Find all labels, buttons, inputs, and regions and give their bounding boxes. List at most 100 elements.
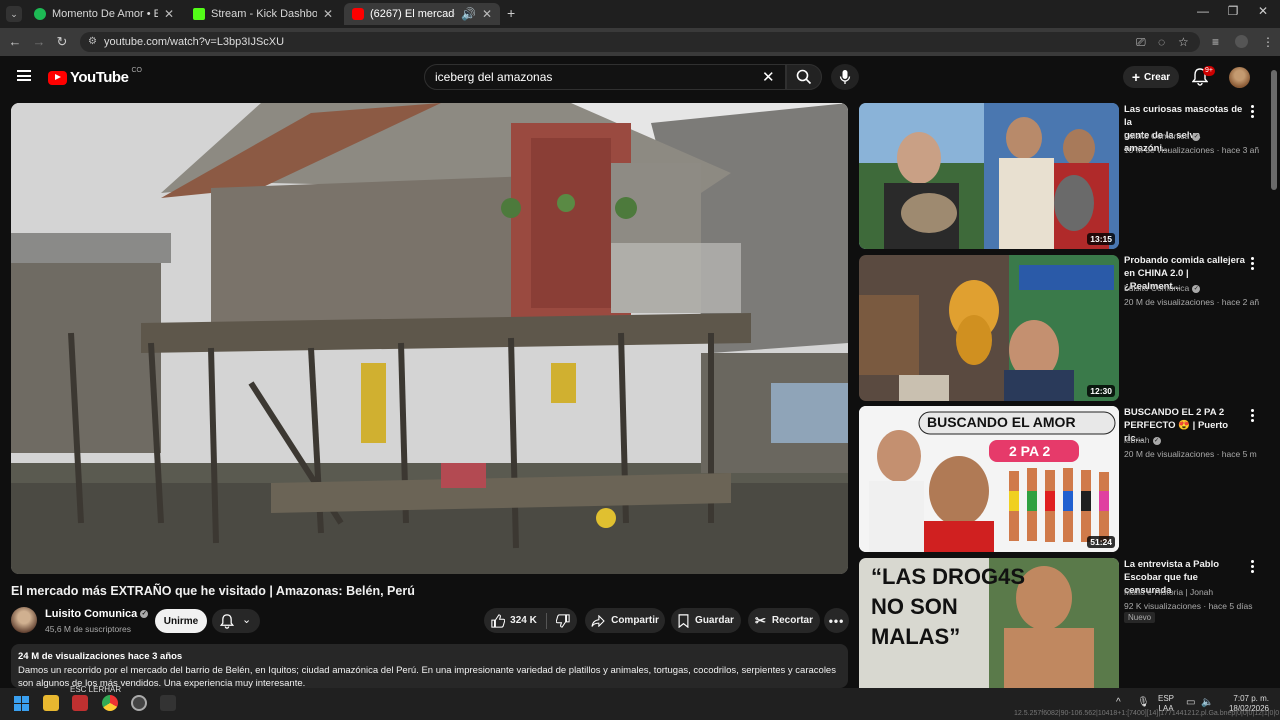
description-box[interactable]: 24 M de visualizaciones hace 3 años Damo… [11,644,848,688]
browser-menu-icon[interactable]: ⋮ [1262,35,1274,49]
scrollbar-thumb[interactable] [1271,70,1277,190]
cast-icon[interactable]: ⎚ [1136,35,1146,50]
more-actions-button[interactable]: ••• [824,608,849,633]
lang-line: ESP [1158,694,1175,703]
speaker-icon[interactable]: 🔊 [461,7,476,21]
search-button[interactable] [786,64,822,90]
bell-icon [220,614,234,629]
profile-icon[interactable] [1235,35,1248,48]
eye-off-icon[interactable]: ◌ [1158,35,1165,49]
more-horizontal-icon: ••• [828,613,845,628]
related-channel[interactable]: Luisito Comunica ✓ [1124,131,1201,141]
back-icon[interactable]: ← [6,34,24,49]
voice-search-button[interactable] [831,64,859,90]
channel-avatar[interactable] [11,607,37,633]
related-meta: 20 M de visualizaciones · hace 5 m [1124,449,1257,459]
tab-title: (6267) El mercado más EXTR [370,8,455,20]
thumbs-down-icon[interactable] [555,613,570,628]
create-button[interactable]: + Crear [1123,66,1179,88]
spotify-icon [34,8,46,20]
app-icon[interactable] [160,695,176,711]
save-button[interactable]: Guardar [671,608,741,633]
thumbnail-text: MALAS” [871,624,961,649]
join-button[interactable]: Unirme [155,609,207,633]
more-vertical-icon[interactable] [1250,257,1256,271]
tab-search-icon[interactable]: ⌄ [6,6,22,22]
scissors-icon: ✂ [754,612,766,628]
plus-icon: + [1131,69,1141,85]
debug-overlay-text: 12.5.257f6082|90-106.562|10418+1:[7400][… [1014,710,1280,717]
related-thumbnail[interactable]: “LAS DROG4S NO SON MALAS” [859,558,1119,688]
video-player[interactable] [11,103,848,574]
verified-icon: ✓ [1152,436,1161,445]
tab-kick[interactable]: Stream - Kick Dashboard ✕ [185,3,341,25]
thumbs-up-icon [491,613,506,628]
youtube-play-icon [48,70,67,85]
more-vertical-icon[interactable] [1250,105,1256,119]
thumbnail-text: NO SON [871,594,958,619]
mic-tray-icon[interactable]: 🎙 [1137,697,1150,708]
related-channel[interactable]: lebriah ✓ [1124,435,1161,445]
related-meta: 92 K visualizaciones · hace 5 días [1124,601,1253,611]
thumbnail-text: 2 PA 2 [1009,443,1051,459]
windows-start-icon[interactable] [14,696,29,711]
related-thumbnail[interactable]: BUSCANDO EL AMOR 2 PA 2 51:24 [859,406,1119,552]
app-icon[interactable] [72,695,88,711]
url-text: youtube.com/watch?v=L3bp3IJScXU [104,36,285,48]
search-value: iceberg del amazonas [435,70,553,84]
url-field[interactable]: ⚙ youtube.com/watch?v=L3bp3IJScXU [80,32,1200,52]
video-title: El mercado más EXTRAÑO que he visitado |… [11,584,415,598]
related-thumbnail[interactable]: 12:30 [859,255,1119,401]
forward-icon[interactable]: → [30,34,48,49]
verified-icon: ✓ [140,610,149,619]
video-frame [11,103,848,574]
like-dislike-group: 324 K [484,608,577,633]
network-icon[interactable]: ▭ [1186,697,1195,708]
share-button[interactable]: Compartir [585,608,665,633]
minimize-icon[interactable]: — [1188,4,1218,18]
related-channel[interactable]: Luisito Comunica ✓ [1124,283,1201,293]
more-vertical-icon[interactable] [1250,560,1256,574]
thumbnail-image [859,103,1119,249]
account-avatar[interactable] [1229,67,1250,88]
logo-country: CO [131,67,142,74]
subscription-bell-button[interactable]: ⌄ [212,609,260,633]
close-icon[interactable]: ✕ [482,7,492,21]
maximize-icon[interactable]: ❐ [1218,4,1248,18]
hamburger-menu-icon[interactable] [17,70,31,81]
new-badge: Nuevo [1124,612,1156,623]
search-input[interactable]: iceberg del amazonas [424,64,786,90]
youtube-logo[interactable]: YouTube CO [48,67,142,86]
channel-name[interactable]: Luisito Comunica ✓ [45,608,149,620]
clip-button[interactable]: ✂ Recortar [748,608,820,633]
bookmark-icon [678,613,689,628]
logo-word: YouTube [70,69,129,86]
tray-chevron-icon[interactable]: ^ [1116,697,1121,708]
bookmark-star-icon[interactable]: ☆ [1178,35,1189,49]
chrome-icon[interactable] [102,695,118,711]
media-icon[interactable]: ≡ [1212,35,1219,49]
close-icon[interactable]: ✕ [323,7,333,21]
volume-icon[interactable]: 🔈 [1201,697,1213,708]
new-tab-icon[interactable]: + [507,5,515,21]
tab-youtube[interactable]: (6267) El mercado más EXTR 🔊 ✕ [344,3,500,25]
like-button[interactable]: 324 K [491,613,537,628]
thumbnail-image [859,255,1119,401]
reload-icon[interactable]: ↻ [53,34,71,50]
thumbnail-text: BUSCANDO EL AMOR [927,414,1076,430]
channel-name-text: Luisito Comunica [45,608,138,620]
tab-spotify[interactable]: Momento De Amor • Eddie San ✕ [26,3,182,25]
file-explorer-icon[interactable] [43,695,59,711]
site-info-icon[interactable]: ⚙ [88,32,97,52]
related-channel[interactable]: Mafia e Historia | Jonah [1124,587,1213,597]
close-icon[interactable]: ✕ [164,7,174,21]
time: 7:07 p. m. [1233,694,1269,703]
obs-icon[interactable] [131,695,147,711]
divider [545,612,547,629]
related-thumbnail[interactable]: 13:15 [859,103,1119,249]
share-icon [591,614,605,627]
window-close-icon[interactable]: ✕ [1248,4,1278,18]
more-vertical-icon[interactable] [1250,409,1256,423]
clear-search-icon[interactable]: ✕ [762,68,775,86]
mic-icon [839,70,851,84]
